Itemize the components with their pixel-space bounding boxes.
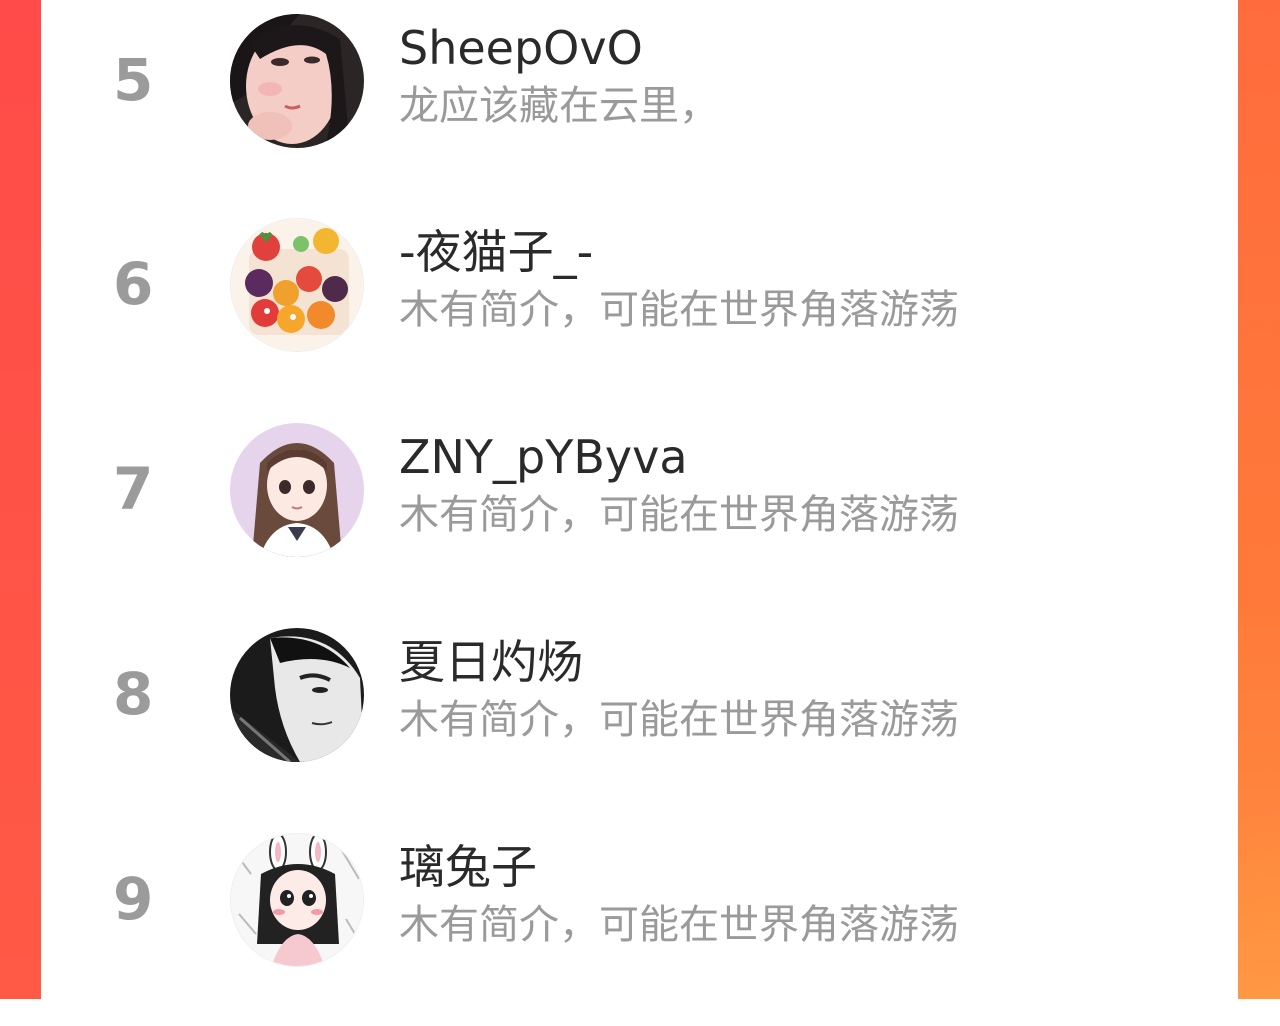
ranking-row[interactable]: 6 -夜猫子_- 木有简介，可能在世界角落游荡 <box>41 206 1238 411</box>
manga-face-avatar[interactable] <box>230 628 364 762</box>
rank-number: 8 <box>113 660 154 728</box>
bunny-girl-avatar[interactable] <box>230 833 364 967</box>
user-name[interactable]: SheepOvO <box>399 18 643 78</box>
rank-number: 6 <box>113 250 154 318</box>
ranking-row[interactable]: 8 夏日灼炀 木有简介，可能在世界角落游荡 <box>41 616 1238 821</box>
left-gradient-border <box>0 0 41 999</box>
rank-number: 9 <box>113 865 154 933</box>
user-bio: 木有简介，可能在世界角落游荡 <box>399 902 959 948</box>
user-bio: 木有简介，可能在世界角落游荡 <box>399 697 959 743</box>
ranking-row[interactable]: 7 ZNY_pYByva 木有简介，可能在世界角落游荡 <box>41 411 1238 616</box>
rank-number: 7 <box>113 455 154 523</box>
user-bio: 龙应该藏在云里， <box>399 83 719 129</box>
ranking-row[interactable]: 5 SheepOvO 龙应该藏在云里， <box>41 2 1238 207</box>
anime-girl-avatar[interactable] <box>230 423 364 557</box>
user-name[interactable]: 璃兔子 <box>399 837 537 897</box>
right-gradient-border <box>1238 0 1280 999</box>
fruit-illustration-avatar[interactable] <box>230 218 364 352</box>
user-bio: 木有简介，可能在世界角落游荡 <box>399 492 959 538</box>
rank-number: 5 <box>113 46 154 114</box>
user-name[interactable]: ZNY_pYByva <box>399 427 688 487</box>
ranking-list: 5 SheepOvO 龙应该藏在云里， 6 -夜猫子_- 木有简介，可能在世界角… <box>41 0 1238 999</box>
photo-avatar[interactable] <box>230 14 364 148</box>
user-name[interactable]: 夏日灼炀 <box>399 632 583 692</box>
user-name[interactable]: -夜猫子_- <box>399 222 593 282</box>
ranking-row[interactable]: 9 璃兔子 木有简介，可能在世界角落游荡 <box>41 821 1238 1026</box>
user-bio: 木有简介，可能在世界角落游荡 <box>399 287 959 333</box>
